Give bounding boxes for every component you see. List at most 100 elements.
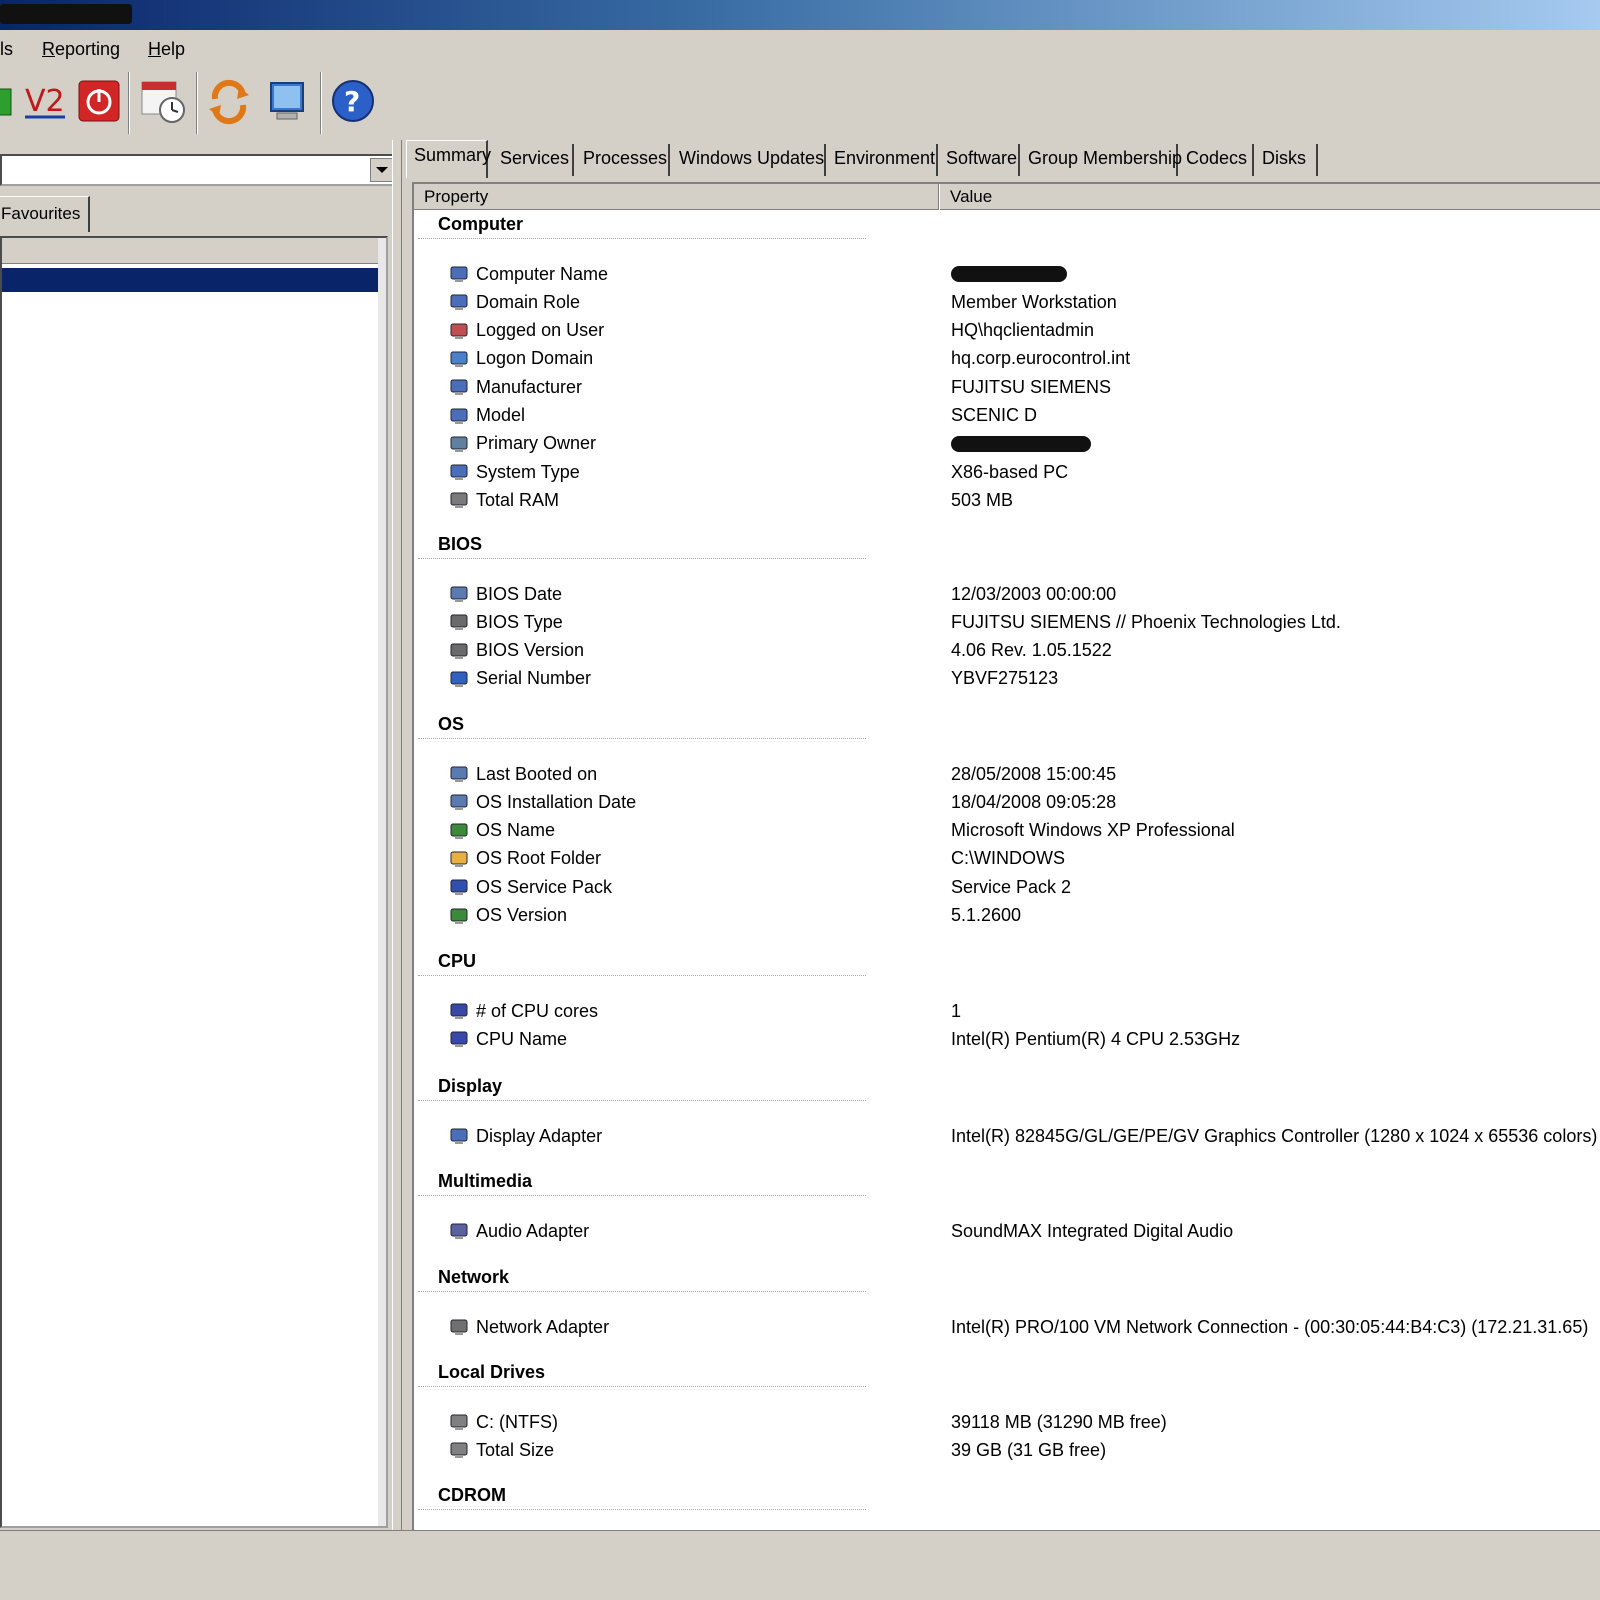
status-bar [0,1530,1600,1600]
property-row[interactable]: CPU Name [448,1026,567,1052]
computer-icon [448,461,472,483]
property-label: System Type [476,461,580,482]
menu-help[interactable]: Help [148,39,185,60]
computer-combo[interactable] [0,154,398,186]
property-value: FUJITSU SIEMENS [951,376,1112,397]
help-button[interactable]: ? [328,76,378,126]
tab-processes[interactable]: Processes [576,144,670,176]
property-label: Display Adapter [476,1125,603,1146]
property-row[interactable]: OS Service Pack [448,874,612,900]
menu-help-label: elp [161,39,186,59]
property-row[interactable]: Total RAM [448,487,559,513]
property-value: SoundMAX Integrated Digital Audio [951,1220,1234,1241]
property-row[interactable]: OS Version [448,903,567,929]
section-title: Network [438,1267,510,1287]
property-grid[interactable]: Property Value Computer Computer Name Doma… [412,182,1600,1530]
windows-icon [448,820,472,842]
property-row[interactable]: Total Size [448,1437,554,1463]
property-row[interactable]: Serial Number [448,666,591,692]
selected-list-item[interactable] [2,268,378,292]
property-label: C: (NTFS) [476,1411,558,1432]
computer-list[interactable] [0,236,388,1528]
chip-icon [448,611,472,633]
property-row[interactable]: Audio Adapter [448,1218,589,1244]
column-divider[interactable] [938,184,940,210]
computer-list-scrollbar[interactable] [378,238,386,1526]
shutdown-button[interactable] [74,76,124,126]
refresh-button[interactable] [204,76,254,126]
computer-icon [448,376,472,398]
green-shape-button[interactable] [0,76,20,126]
property-label: Serial Number [476,668,592,689]
property-label: Model [476,405,526,425]
property-value: SCENIC D [951,405,1038,425]
property-row[interactable]: BIOS Type [448,609,563,635]
property-row[interactable]: Logon Domain [448,346,593,372]
cpu-icon [448,1000,472,1022]
schedule-button[interactable] [138,76,188,126]
column-header-property[interactable]: Property [424,187,488,207]
property-row[interactable]: BIOS Date [448,581,562,607]
property-row[interactable]: Computer Name [448,261,608,287]
property-row[interactable]: Last Booted on [448,761,597,787]
property-row[interactable]: Primary Owner [448,431,596,457]
tab-summary[interactable]: Summary [406,140,491,178]
property-row[interactable]: OS Root Folder [448,846,601,872]
property-value [951,431,1091,457]
tab-environment[interactable]: Environment [828,144,938,176]
property-label: Primary Owner [476,433,597,454]
remote-desktop-button[interactable] [262,76,312,126]
section-title: BIOS [438,534,483,554]
property-value: YBVF275123 [951,668,1059,689]
property-label: Total Size [476,1439,555,1460]
property-value: 5.1.2600 [951,905,1022,925]
property-value: 28/05/2008 15:00:45 [951,763,1117,784]
property-value: 12/03/2003 00:00:00 [951,583,1117,604]
property-label: # of CPU cores [476,1000,599,1021]
menu-tools[interactable]: ls [0,39,13,60]
property-row[interactable]: System Type [448,459,580,485]
section-title: Local Drives [438,1362,546,1382]
section-title: Multimedia [438,1171,533,1191]
users-icon [448,320,472,342]
property-value: FUJITSU SIEMENS // Phoenix Technologies … [951,611,1341,632]
redacted-value [951,435,1091,452]
tab-group-membership[interactable]: Group Membership [1022,144,1182,176]
tab-software[interactable]: Software [940,144,1020,176]
pane-splitter[interactable] [392,140,402,1530]
menu-reporting-accelerator: R [42,39,55,59]
section-title: Display [438,1076,503,1096]
property-value: hq.corp.eurocontrol.int [951,348,1131,369]
menu-reporting-label: eporting [55,39,121,59]
property-row[interactable]: Network Adapter [448,1314,609,1340]
menu-reporting[interactable]: Reporting [42,39,120,60]
chevron-down-icon[interactable] [370,158,394,182]
property-label: BIOS Version [476,640,585,661]
property-row[interactable]: OS Name [448,818,555,844]
property-row[interactable]: Model [448,403,525,429]
vnc-button[interactable]: V2 [20,76,70,126]
property-row[interactable]: C: (NTFS) [448,1409,558,1435]
tab-favourites[interactable]: Favourites [0,196,90,232]
column-header-value[interactable]: Value [950,187,992,207]
computer-list-header[interactable] [2,238,378,264]
section-divider [418,1386,866,1387]
property-row[interactable]: Logged on User [448,318,604,344]
property-row[interactable]: OS Installation Date [448,789,636,815]
property-label: CPU Name [476,1028,568,1049]
property-row[interactable]: # of CPU cores [448,998,598,1024]
tab-codecs[interactable]: Codecs [1180,144,1254,176]
property-row[interactable]: Manufacturer [448,374,582,400]
property-row[interactable]: Display Adapter [448,1123,602,1149]
tab-windows-updates[interactable]: Windows Updates [672,144,826,176]
computer-icon [448,405,472,427]
property-label: BIOS Type [476,611,563,632]
property-row[interactable]: BIOS Version [448,638,584,664]
svg-text:?: ? [344,85,360,118]
tab-disks[interactable]: Disks [1256,144,1318,176]
help-icon: ? [332,80,374,122]
property-row[interactable]: Domain Role [448,289,580,315]
property-label: OS Service Pack [476,876,613,897]
tab-services[interactable]: Services [492,144,574,176]
property-label: Manufacturer [476,376,583,397]
